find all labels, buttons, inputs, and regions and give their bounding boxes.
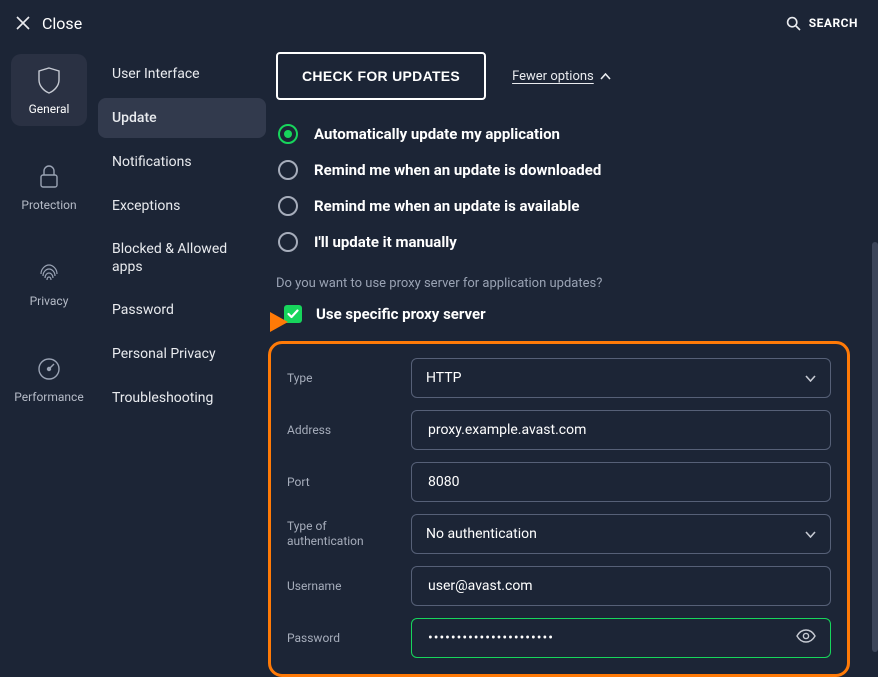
iconnav-item-general[interactable]: General	[11, 54, 87, 126]
search-button[interactable]: SEARCH	[786, 16, 858, 31]
gauge-icon	[36, 356, 62, 382]
input-value[interactable]	[426, 421, 816, 439]
proxy-address-input[interactable]	[411, 410, 831, 450]
check-updates-button[interactable]: CHECK FOR UPDATES	[276, 52, 486, 100]
main-panel: CHECK FOR UPDATES Fewer options Automati…	[276, 46, 878, 677]
scrollbar[interactable]	[872, 242, 878, 652]
radio-indicator	[278, 160, 298, 180]
eye-icon	[796, 629, 816, 643]
radio-indicator	[278, 124, 298, 144]
proxy-question: Do you want to use proxy server for appl…	[276, 276, 850, 291]
radio-indicator	[278, 196, 298, 216]
close-button[interactable]: Close	[16, 14, 82, 33]
subnav-item-personal-privacy[interactable]: Personal Privacy	[98, 334, 266, 374]
chevron-down-icon	[805, 375, 816, 382]
highlight-arrow-icon	[270, 312, 288, 332]
search-label: SEARCH	[809, 16, 858, 30]
radio-label: Remind me when an update is available	[314, 197, 579, 215]
topbar: Close SEARCH	[0, 0, 878, 46]
iconnav-label: Protection	[21, 198, 76, 212]
field-label-port: Port	[287, 475, 397, 490]
update-mode-radios: Automatically update my application Remi…	[276, 124, 850, 252]
radio-label: Automatically update my application	[314, 125, 560, 143]
iconnav-label: General	[29, 102, 70, 116]
subnav-item-troubleshooting[interactable]: Troubleshooting	[98, 378, 266, 418]
radio-indicator	[278, 232, 298, 252]
iconnav-label: Privacy	[30, 294, 69, 308]
subnav-item-password[interactable]: Password	[98, 290, 266, 330]
iconnav-item-privacy[interactable]: Privacy	[11, 248, 87, 318]
subnav-item-user-interface[interactable]: User Interface	[98, 54, 266, 94]
radio-label: Remind me when an update is downloaded	[314, 161, 601, 179]
subnav-item-update[interactable]: Update	[98, 98, 266, 138]
iconnav-item-performance[interactable]: Performance	[11, 344, 87, 414]
proxy-port-input[interactable]	[411, 462, 831, 502]
close-icon	[16, 16, 30, 30]
proxy-username-input[interactable]	[411, 566, 831, 606]
iconnav-label: Performance	[14, 390, 83, 404]
check-icon	[287, 309, 299, 319]
input-value[interactable]	[426, 577, 816, 595]
icon-nav: General Protection Privacy Performance	[0, 46, 98, 677]
fingerprint-icon	[36, 260, 62, 286]
proxy-password-input[interactable]	[411, 618, 831, 658]
proxy-checkbox-label: Use specific proxy server	[316, 305, 486, 323]
subnav-item-exceptions[interactable]: Exceptions	[98, 186, 266, 226]
select-value: No authentication	[426, 526, 537, 542]
proxy-settings-box: Type HTTP Address Port Type of aut	[268, 341, 850, 677]
fewer-options-label: Fewer options	[512, 69, 594, 84]
radio-manual-update[interactable]: I'll update it manually	[278, 232, 850, 252]
lock-icon	[38, 164, 60, 190]
field-label-type: Type	[287, 371, 397, 386]
radio-label: I'll update it manually	[314, 233, 457, 251]
select-value: HTTP	[426, 370, 461, 386]
shield-icon	[37, 66, 61, 94]
proxy-type-select[interactable]: HTTP	[411, 358, 831, 398]
chevron-up-icon	[600, 73, 611, 80]
radio-remind-available[interactable]: Remind me when an update is available	[278, 196, 850, 216]
proxy-auth-select[interactable]: No authentication	[411, 514, 831, 554]
iconnav-item-protection[interactable]: Protection	[11, 152, 87, 222]
reveal-password-button[interactable]	[796, 629, 816, 647]
search-icon	[786, 16, 801, 31]
chevron-down-icon	[805, 531, 816, 538]
radio-remind-downloaded[interactable]: Remind me when an update is downloaded	[278, 160, 850, 180]
field-label-address: Address	[287, 423, 397, 438]
field-label-password: Password	[287, 631, 397, 646]
subnav-item-notifications[interactable]: Notifications	[98, 142, 266, 182]
input-value[interactable]	[426, 473, 816, 491]
sub-nav: User Interface Update Notifications Exce…	[98, 46, 276, 677]
close-label: Close	[42, 14, 82, 33]
subnav-item-blocked-allowed[interactable]: Blocked & Allowed apps	[98, 230, 266, 286]
input-value[interactable]	[426, 629, 788, 647]
fewer-options-toggle[interactable]: Fewer options	[512, 69, 611, 84]
field-label-auth: Type of authentication	[287, 519, 397, 549]
field-label-username: Username	[287, 579, 397, 594]
radio-auto-update[interactable]: Automatically update my application	[278, 124, 850, 144]
